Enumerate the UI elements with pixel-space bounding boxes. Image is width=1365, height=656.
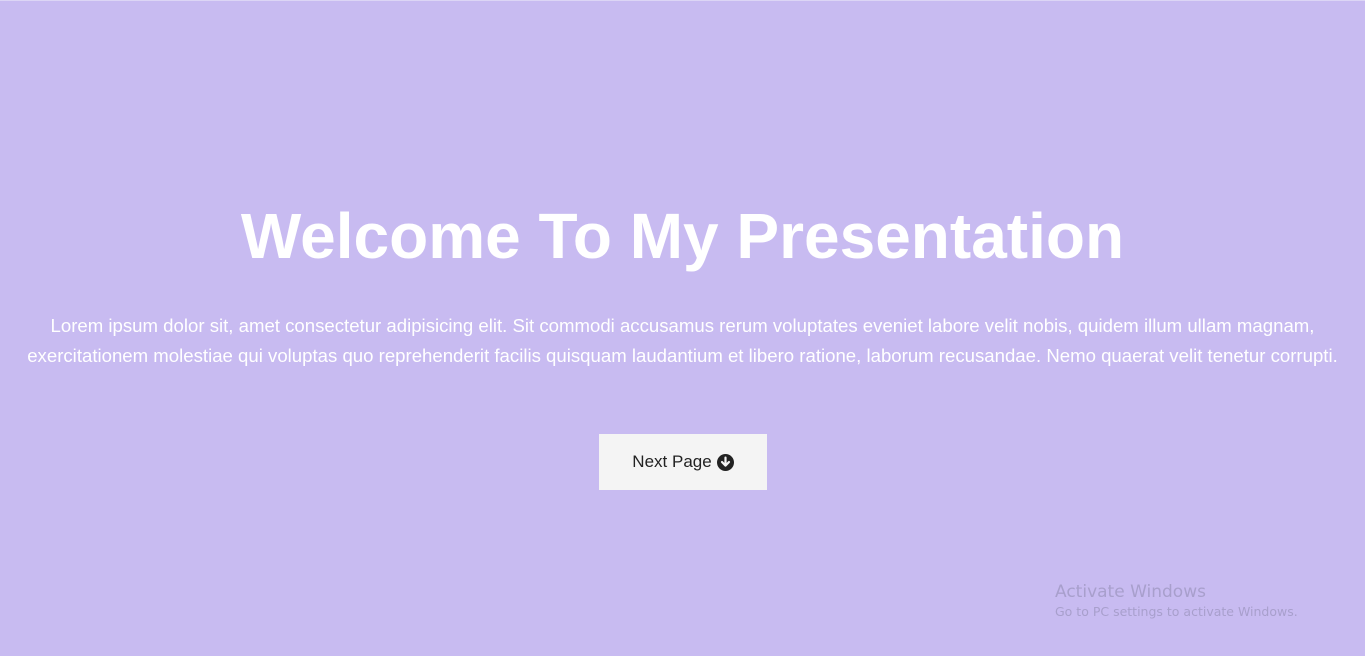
watermark-title: Activate Windows (1055, 582, 1206, 602)
activate-windows-watermark: Activate Windows Go to PC settings to ac… (1055, 581, 1298, 621)
hero-section: Welcome To My Presentation Lorem ipsum d… (0, 0, 1365, 656)
intro-paragraph: Lorem ipsum dolor sit, amet consectetur … (27, 315, 1338, 366)
next-page-label: Next Page (632, 452, 712, 471)
next-page-button[interactable]: Next Page (599, 434, 767, 490)
arrow-circle-down-icon (716, 453, 734, 471)
watermark-subtitle: Go to PC settings to activate Windows. (1055, 604, 1298, 619)
page-title: Welcome To My Presentation (240, 200, 1125, 272)
